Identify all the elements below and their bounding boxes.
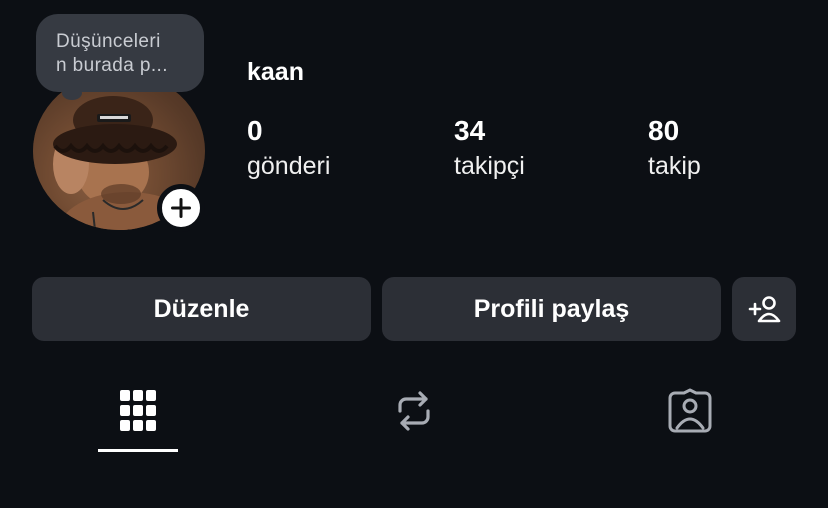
- tab-posts[interactable]: [98, 384, 178, 438]
- add-person-icon: [748, 296, 781, 323]
- posts-stat[interactable]: 0 gönderi: [247, 114, 330, 184]
- discover-people-button[interactable]: [732, 277, 796, 341]
- add-story-button[interactable]: [157, 184, 205, 232]
- username: kaan: [247, 58, 304, 86]
- posts-label: gönderi: [247, 152, 331, 180]
- tab-tagged[interactable]: [650, 384, 730, 438]
- note-text-line-2: n burada p...: [56, 55, 168, 76]
- note-text-line-1: Düşünceleri: [56, 31, 161, 52]
- following-label: takip: [648, 152, 701, 180]
- following-count: 80: [648, 115, 680, 146]
- followers-count: 34: [454, 115, 486, 146]
- posts-count: 0: [247, 115, 263, 146]
- plus-icon: [171, 198, 191, 218]
- repost-icon: [398, 391, 430, 431]
- tab-reposts[interactable]: [374, 384, 454, 438]
- followers-stat[interactable]: 34 takipçi: [454, 114, 525, 184]
- grid-icon: [120, 390, 156, 431]
- active-tab-indicator: [98, 449, 178, 452]
- followers-label: takipçi: [454, 152, 525, 180]
- tagged-person-icon: [668, 388, 712, 433]
- share-profile-button[interactable]: Profili paylaş: [382, 277, 721, 341]
- edit-profile-button[interactable]: Düzenle: [32, 277, 371, 341]
- note-bubble[interactable]: Düşünceleri n burada p...: [36, 14, 204, 92]
- profile-page: Düşünceleri n burada p... kaan 0 gönderi…: [0, 0, 828, 508]
- following-stat[interactable]: 80 takip: [648, 114, 701, 184]
